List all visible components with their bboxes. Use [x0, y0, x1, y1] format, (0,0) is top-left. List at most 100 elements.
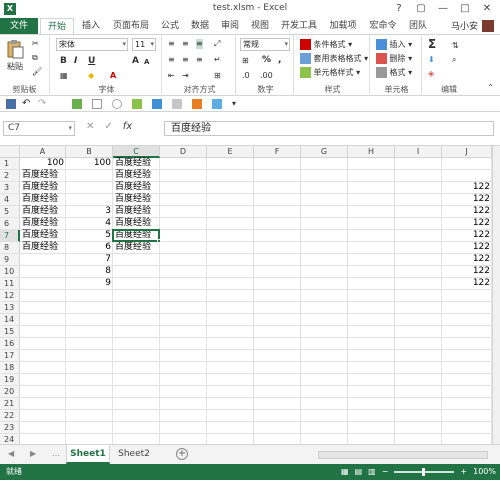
cell-a1[interactable]: 100: [20, 158, 66, 169]
tab-formulas[interactable]: 公式: [156, 18, 184, 34]
cell-j8[interactable]: 122: [442, 242, 492, 253]
column-header-e[interactable]: E: [207, 146, 254, 158]
cell-c3[interactable]: 百度经验: [113, 182, 160, 193]
column-header-a[interactable]: A: [20, 146, 66, 158]
cell-j10[interactable]: 122: [442, 266, 492, 277]
cell-j11[interactable]: 122: [442, 278, 492, 289]
normal-view-icon[interactable]: ▦: [341, 464, 349, 480]
row-header-7[interactable]: 7: [0, 230, 20, 242]
help-button[interactable]: ?: [388, 1, 410, 16]
column-header-h[interactable]: H: [348, 146, 395, 158]
row-header-23[interactable]: 23: [0, 422, 20, 434]
zoom-in-button[interactable]: +: [460, 464, 467, 480]
tab-view[interactable]: 视图: [246, 18, 274, 34]
row-header-22[interactable]: 22: [0, 410, 20, 422]
column-header-d[interactable]: D: [160, 146, 207, 158]
row-header-6[interactable]: 6: [0, 218, 20, 230]
cell-c5[interactable]: 百度经验: [113, 206, 160, 217]
print-icon[interactable]: [192, 99, 202, 109]
cell-j4[interactable]: 122: [442, 194, 492, 205]
delete-cells-button[interactable]: 删除 ▾: [376, 53, 412, 64]
number-format-select[interactable]: 常规 ▾: [240, 38, 290, 51]
pivot-icon[interactable]: [172, 99, 182, 109]
row-header-11[interactable]: 11: [0, 278, 20, 290]
preview-icon[interactable]: [212, 99, 222, 109]
underline-button[interactable]: U: [88, 56, 95, 66]
cell-c6[interactable]: 百度经验: [113, 218, 160, 229]
column-header-j[interactable]: J: [442, 146, 492, 158]
sheet-more-icon[interactable]: …: [52, 449, 60, 458]
sort-filter-icon[interactable]: ⇅: [452, 41, 459, 51]
page-break-view-icon[interactable]: ▥: [368, 464, 376, 480]
table-qat-icon[interactable]: [152, 99, 162, 109]
column-header-b[interactable]: B: [66, 146, 113, 158]
zoom-slider[interactable]: [394, 468, 455, 476]
comma-button[interactable]: ,: [278, 55, 281, 65]
zoom-level[interactable]: 100%: [473, 464, 496, 480]
font-name-select[interactable]: 宋体 ▾: [56, 38, 128, 51]
copy-icon[interactable]: ⧉: [32, 53, 38, 63]
cell-j6[interactable]: 122: [442, 218, 492, 229]
row-header-16[interactable]: 16: [0, 338, 20, 350]
cell-c1[interactable]: 百度经验: [113, 158, 160, 169]
record-icon[interactable]: [112, 99, 122, 109]
enter-icon[interactable]: ✓: [104, 121, 112, 132]
cell-j9[interactable]: 122: [442, 254, 492, 265]
border-icon[interactable]: ▦: [60, 71, 68, 81]
tab-data[interactable]: 数据: [186, 18, 214, 34]
column-header-i[interactable]: I: [395, 146, 442, 158]
align-middle-icon[interactable]: ≡: [182, 39, 189, 49]
fill-color-icon[interactable]: ◆: [88, 71, 94, 81]
close-button[interactable]: ✕: [476, 1, 498, 16]
cell-j3[interactable]: 122: [442, 182, 492, 193]
row-header-5[interactable]: 5: [0, 206, 20, 218]
cell-b1[interactable]: 100: [66, 158, 113, 169]
tab-file[interactable]: 文件: [0, 18, 38, 34]
vertical-scrollbar[interactable]: [492, 146, 500, 444]
row-header-15[interactable]: 15: [0, 326, 20, 338]
cell-a7[interactable]: 百度经验: [20, 230, 66, 241]
spreadsheet-grid[interactable]: A B C D E F G H I J 1 2 3 4 5 6 7 8 9 10 11 12 13 14 15 16 17 18 19 2…: [0, 146, 500, 444]
sheet-prev-icon[interactable]: ◀: [8, 449, 14, 458]
decrease-decimal-icon[interactable]: .00: [260, 71, 273, 81]
row-header-14[interactable]: 14: [0, 314, 20, 326]
cell-b8[interactable]: 6: [66, 242, 113, 253]
insert-cells-button[interactable]: 插入 ▾: [376, 39, 412, 50]
column-header-c[interactable]: C: [113, 146, 160, 158]
zoom-slider-thumb[interactable]: [422, 468, 426, 476]
row-header-8[interactable]: 8: [0, 242, 20, 254]
format-cells-button[interactable]: 格式 ▾: [376, 67, 412, 78]
row-header-9[interactable]: 9: [0, 254, 20, 266]
save-icon[interactable]: [6, 99, 16, 109]
cell-b5[interactable]: 3: [66, 206, 113, 217]
orientation-icon[interactable]: ⤢: [214, 39, 220, 49]
merge-icon[interactable]: ⊞: [214, 71, 221, 81]
font-size-select[interactable]: 11 ▾: [132, 38, 156, 51]
cancel-icon[interactable]: ✕: [86, 121, 94, 132]
tab-insert[interactable]: 插入: [76, 18, 106, 34]
row-header-12[interactable]: 12: [0, 290, 20, 302]
autosum-button[interactable]: Σ: [428, 37, 436, 51]
cell-c8[interactable]: 百度经验: [113, 242, 160, 253]
cut-icon[interactable]: ✂: [32, 39, 39, 49]
macros-icon[interactable]: [92, 99, 102, 109]
sheet-tab-sheet2[interactable]: Sheet2: [112, 445, 156, 464]
horizontal-scrollbar[interactable]: [318, 451, 488, 459]
column-header-f[interactable]: F: [254, 146, 301, 158]
tab-developer[interactable]: 开发工具: [276, 18, 322, 34]
row-header-24[interactable]: 24: [0, 434, 20, 444]
tab-team[interactable]: 团队: [404, 18, 432, 34]
format-painter-icon[interactable]: 🖌: [32, 67, 42, 77]
wrap-text-icon[interactable]: ↵: [214, 55, 221, 65]
cell-a8[interactable]: 百度经验: [20, 242, 66, 253]
minimize-button[interactable]: —: [432, 1, 454, 16]
paste-button[interactable]: 粘贴: [4, 39, 26, 72]
cell-b6[interactable]: 4: [66, 218, 113, 229]
row-header-3[interactable]: 3: [0, 182, 20, 194]
cell-j5[interactable]: 122: [442, 206, 492, 217]
row-header-21[interactable]: 21: [0, 398, 20, 410]
cell-c4[interactable]: 百度经验: [113, 194, 160, 205]
tab-addins[interactable]: 加载项: [324, 18, 362, 34]
row-header-17[interactable]: 17: [0, 350, 20, 362]
cell-b7[interactable]: 5: [66, 230, 113, 241]
